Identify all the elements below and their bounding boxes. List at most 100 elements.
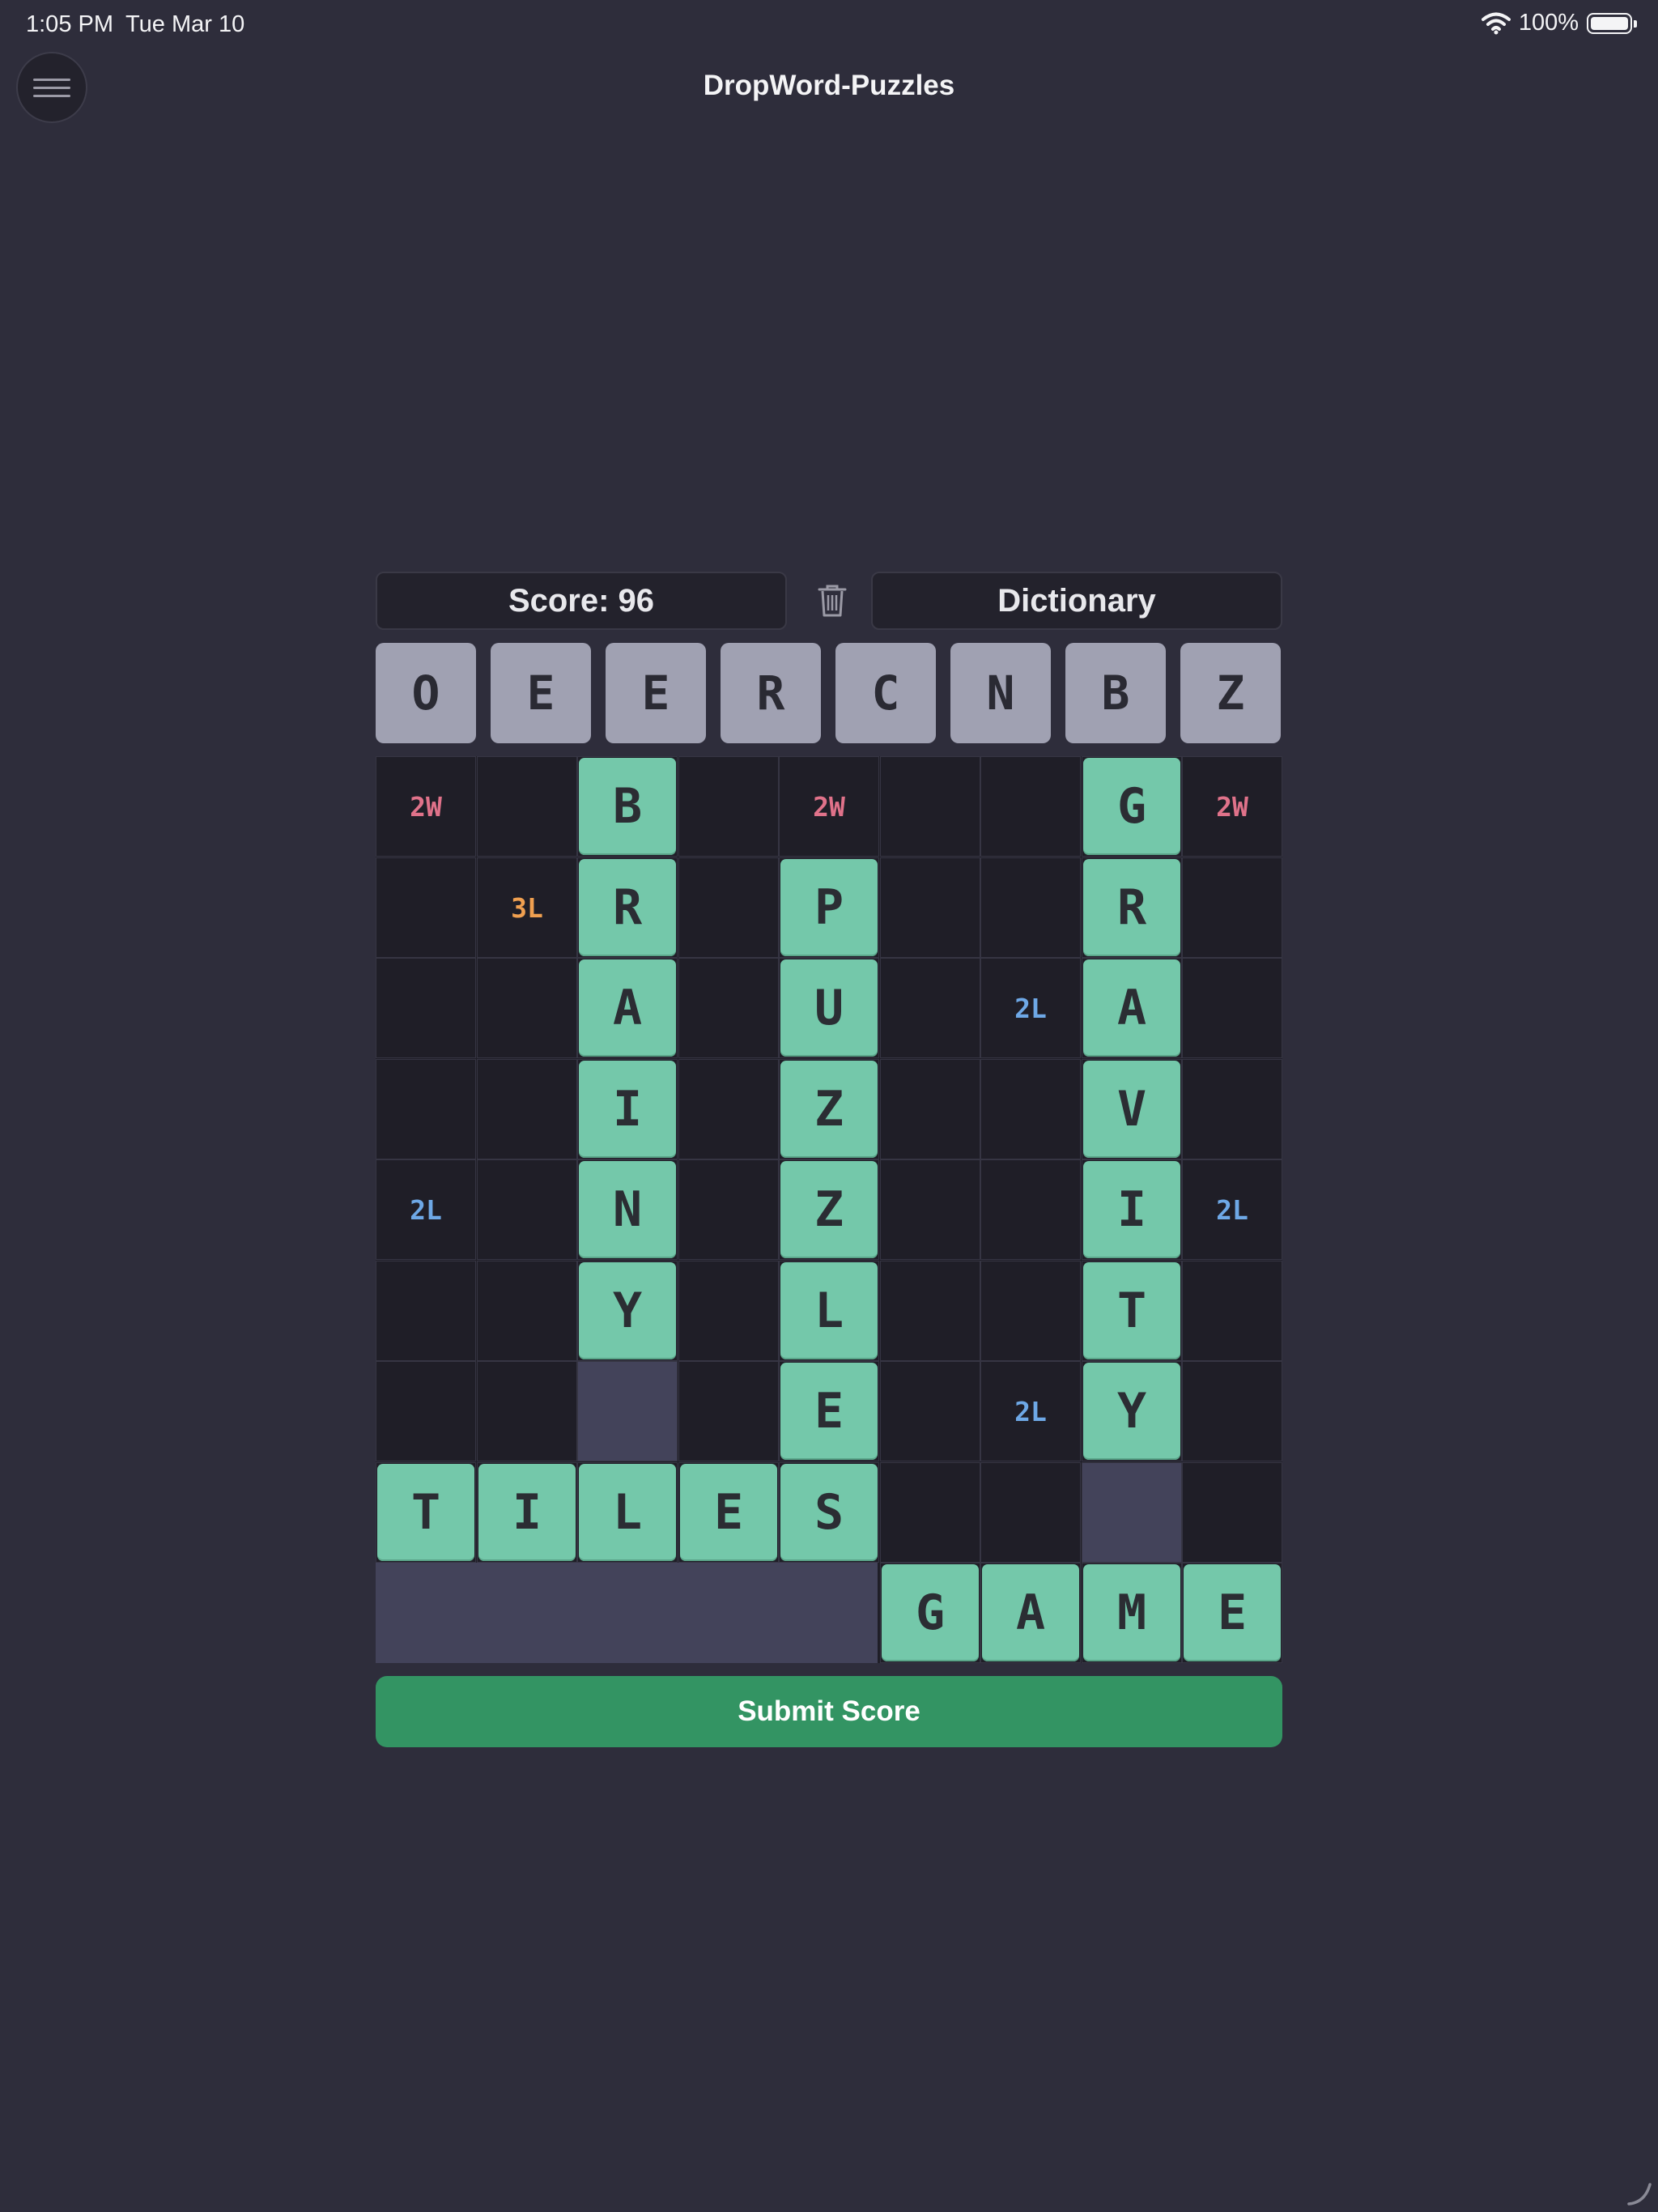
board-cell[interactable] — [376, 857, 476, 958]
letter-tile[interactable]: I — [1083, 1161, 1180, 1258]
board-cell[interactable]: A — [980, 1563, 1081, 1663]
board-cell[interactable]: M — [1082, 1563, 1182, 1663]
board-cell[interactable]: N — [577, 1159, 678, 1260]
board-cell[interactable] — [980, 1261, 1081, 1361]
letter-tile[interactable]: P — [780, 859, 878, 956]
letter-tile[interactable]: A — [579, 959, 676, 1057]
board-cell[interactable] — [376, 1059, 476, 1159]
board-cell[interactable] — [678, 1159, 779, 1260]
board-cell[interactable] — [1182, 1462, 1282, 1563]
letter-tile[interactable]: A — [982, 1564, 1079, 1661]
letter-tile[interactable]: G — [1083, 758, 1180, 855]
board-cell[interactable]: B — [577, 756, 678, 857]
board-cell[interactable]: V — [1082, 1059, 1182, 1159]
board-cell[interactable]: I — [1082, 1159, 1182, 1260]
rack-tile[interactable]: E — [606, 643, 706, 743]
board-cell-bonus[interactable]: 3L — [477, 857, 577, 958]
board-cell[interactable] — [880, 756, 980, 857]
letter-tile[interactable]: B — [579, 758, 676, 855]
board-cell-bonus[interactable]: 2W — [1182, 756, 1282, 857]
board-cell[interactable]: G — [880, 1563, 980, 1663]
board-cell[interactable]: I — [577, 1059, 678, 1159]
board-cell-bonus[interactable]: 2W — [779, 756, 879, 857]
board-cell[interactable] — [1182, 857, 1282, 958]
board-cell[interactable] — [678, 857, 779, 958]
board-cell[interactable] — [880, 958, 980, 1058]
letter-tile[interactable]: T — [377, 1464, 474, 1561]
board-cell[interactable] — [477, 1361, 577, 1461]
board-cell[interactable] — [1182, 1361, 1282, 1461]
board-cell[interactable] — [880, 1261, 980, 1361]
board-cell-bonus[interactable]: 2L — [980, 1361, 1081, 1461]
board-cell[interactable]: Y — [1082, 1361, 1182, 1461]
letter-tile[interactable]: I — [478, 1464, 576, 1561]
board-cell[interactable] — [376, 958, 476, 1058]
board-cell-bonus[interactable]: 2L — [1182, 1159, 1282, 1260]
rack-tile[interactable]: N — [950, 643, 1051, 743]
board-cell[interactable]: E — [678, 1462, 779, 1563]
board-cell[interactable] — [980, 1059, 1081, 1159]
board-cell[interactable] — [980, 1159, 1081, 1260]
letter-tile[interactable]: S — [780, 1464, 878, 1561]
board-cell[interactable] — [980, 857, 1081, 958]
board-cell[interactable] — [477, 958, 577, 1058]
board-cell[interactable] — [880, 1159, 980, 1260]
submit-score-button[interactable]: Submit Score — [376, 1676, 1282, 1747]
board-cell-bonus[interactable]: 2L — [980, 958, 1081, 1058]
board-cell[interactable]: Y — [577, 1261, 678, 1361]
letter-tile[interactable]: G — [882, 1564, 979, 1661]
board-cell[interactable]: R — [1082, 857, 1182, 958]
board-cell[interactable]: Z — [779, 1059, 879, 1159]
rack-tile[interactable]: C — [835, 643, 936, 743]
letter-tile[interactable]: T — [1083, 1262, 1180, 1359]
letter-tile[interactable]: R — [579, 859, 676, 956]
letter-tile[interactable]: Z — [780, 1061, 878, 1158]
board-cell[interactable]: E — [1182, 1563, 1282, 1663]
board-cell[interactable]: E — [779, 1361, 879, 1461]
letter-tile[interactable]: L — [780, 1262, 878, 1359]
board-cell[interactable] — [477, 1059, 577, 1159]
letter-tile[interactable]: R — [1083, 859, 1180, 956]
board-cell-bonus[interactable]: 2L — [376, 1159, 476, 1260]
letter-tile[interactable]: A — [1083, 959, 1180, 1057]
rack-tile[interactable]: E — [491, 643, 591, 743]
board-cell[interactable]: G — [1082, 756, 1182, 857]
board-cell[interactable] — [1182, 1261, 1282, 1361]
letter-tile[interactable]: E — [780, 1363, 878, 1460]
trash-button[interactable] — [810, 578, 855, 623]
board-cell[interactable]: L — [779, 1261, 879, 1361]
board-cell[interactable] — [880, 857, 980, 958]
board-cell[interactable] — [678, 756, 779, 857]
board-slot-empty[interactable] — [1082, 1462, 1182, 1563]
board-cell-bonus[interactable]: 2W — [376, 756, 476, 857]
board-cell[interactable]: I — [477, 1462, 577, 1563]
dictionary-button[interactable]: Dictionary — [871, 572, 1282, 630]
board-cell[interactable] — [678, 958, 779, 1058]
board-cell[interactable] — [1182, 1059, 1282, 1159]
rack-tile[interactable]: Z — [1180, 643, 1281, 743]
board-cell[interactable] — [376, 1361, 476, 1461]
board-cell[interactable]: Z — [779, 1159, 879, 1260]
board-cell[interactable] — [880, 1059, 980, 1159]
rack-tile[interactable]: B — [1065, 643, 1166, 743]
board-cell[interactable]: R — [577, 857, 678, 958]
board-slot-empty[interactable] — [577, 1361, 678, 1461]
board-cell[interactable]: A — [1082, 958, 1182, 1058]
board-cell[interactable]: P — [779, 857, 879, 958]
board-cell[interactable]: T — [1082, 1261, 1182, 1361]
board-cell[interactable] — [477, 1261, 577, 1361]
letter-tile[interactable]: Z — [780, 1161, 878, 1258]
board-cell[interactable]: U — [779, 958, 879, 1058]
board-cell[interactable] — [477, 756, 577, 857]
letter-tile[interactable]: U — [780, 959, 878, 1057]
board-cell[interactable] — [980, 1462, 1081, 1563]
letter-tile[interactable]: I — [579, 1061, 676, 1158]
letter-tile[interactable]: Y — [1083, 1363, 1180, 1460]
board-cell[interactable] — [678, 1059, 779, 1159]
board-cell[interactable] — [1182, 958, 1282, 1058]
letter-tile[interactable]: L — [579, 1464, 676, 1561]
board-cell[interactable]: A — [577, 958, 678, 1058]
letter-tile[interactable]: E — [680, 1464, 777, 1561]
board-cell[interactable]: S — [779, 1462, 879, 1563]
board-cell[interactable] — [678, 1261, 779, 1361]
